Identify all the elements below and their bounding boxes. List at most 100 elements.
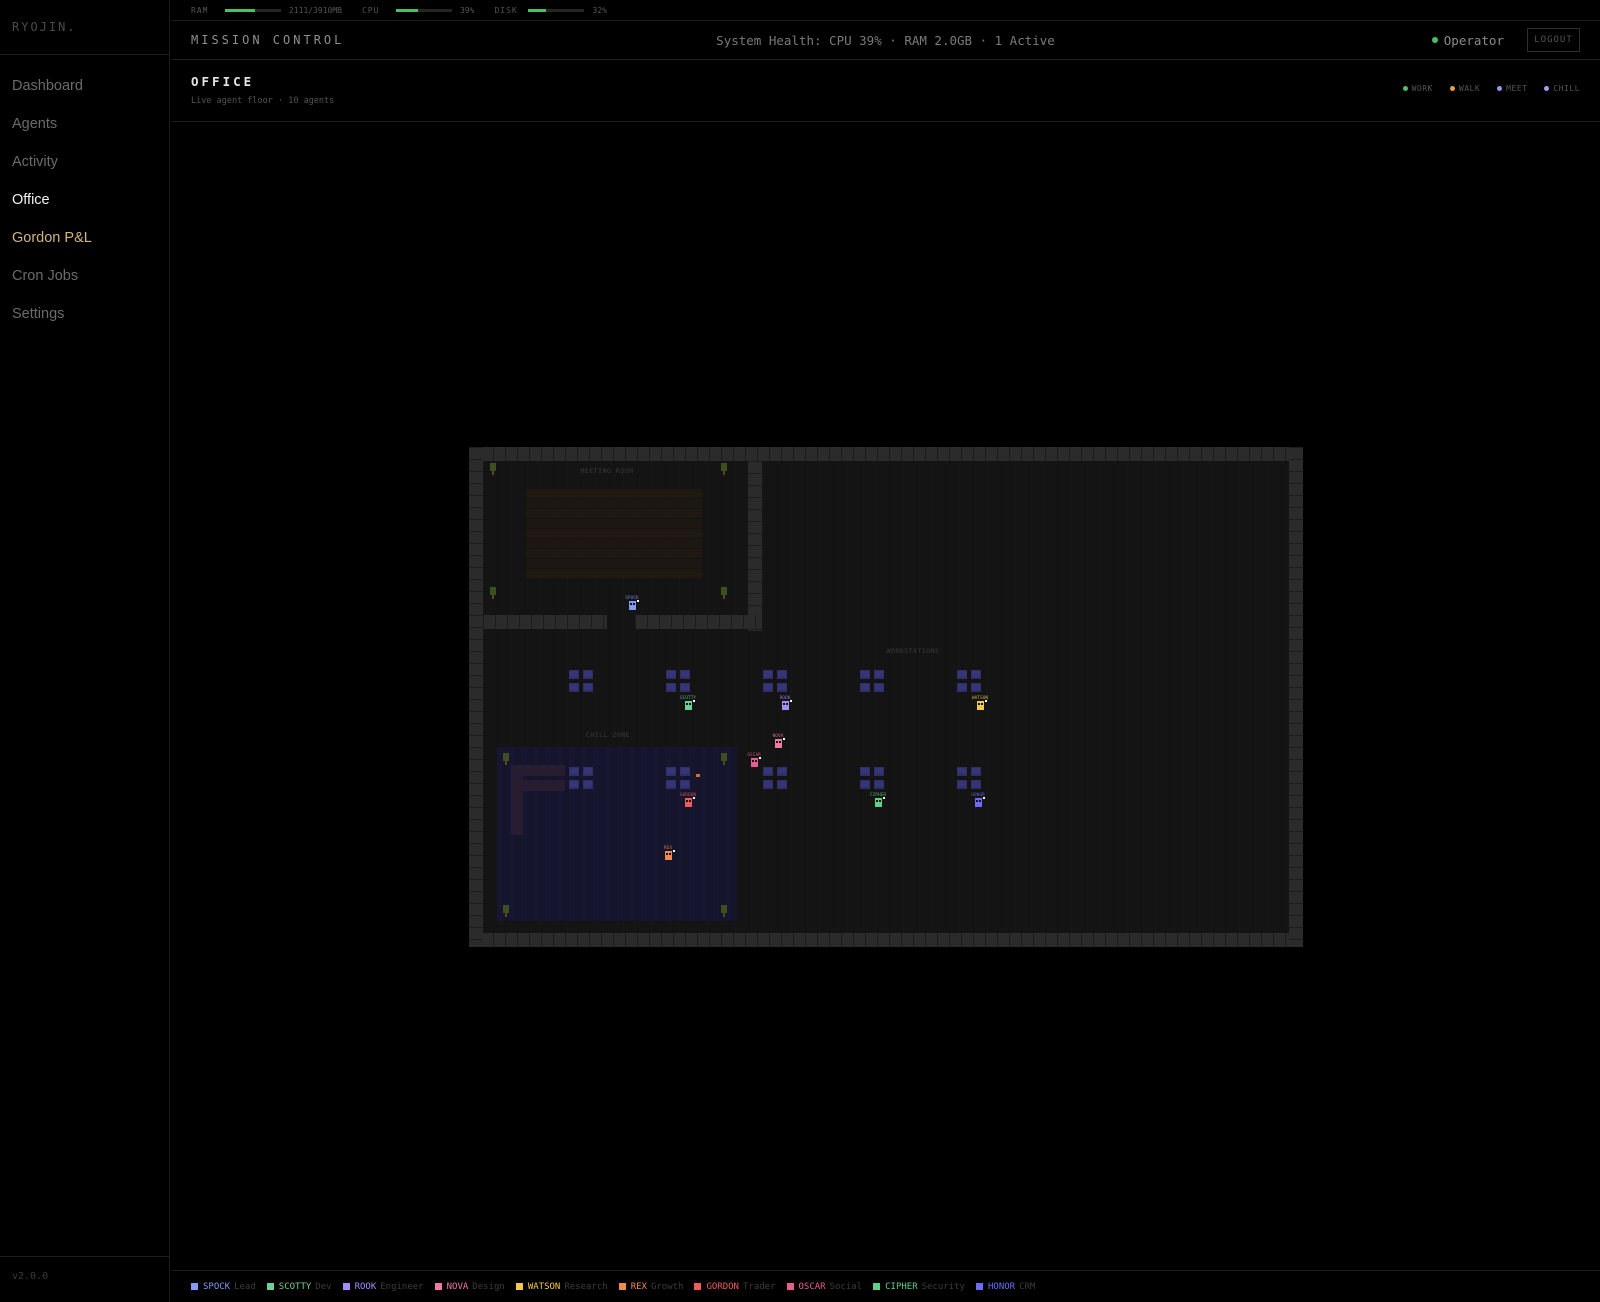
agent-chip-nova[interactable]: NOVA Design [434,1281,505,1292]
sidebar-item-activity[interactable]: Activity [0,147,169,185]
meeting-wall-bottom-left [483,615,607,629]
wall-left-joint [469,459,483,460]
office-floor-map[interactable]: MEETING ROOM WORKSTATIONS CHILL ZONE SPO… [469,447,1303,947]
sidebar-item-gordon-pl[interactable]: Gordon P&L [0,223,169,261]
desk-screen [875,768,883,774]
wall-left-joint [469,939,483,940]
desk-screen [958,768,966,774]
agent-name: SPOCK [203,1281,231,1292]
plant-icon [721,463,727,471]
agent-role: Design [472,1281,505,1292]
meeting-rug-stripe [526,569,702,578]
disk-meter: DISK 32% [494,6,606,15]
agent-chip-rex[interactable]: REX Growth [618,1281,684,1292]
desk-screen [584,671,592,677]
wall-bottom-joint [877,933,878,947]
desk-screen [778,781,786,787]
agent-chip-cipher[interactable]: CIPHER Security [873,1282,965,1292]
desk-screen [764,671,772,677]
floor-seam [1169,461,1170,933]
agent-chip-watson[interactable]: WATSON Research [515,1282,608,1292]
operator-status: Operator [1431,32,1504,48]
office-title: OFFICE [191,74,255,89]
meeting-wall-right-joint [748,497,762,498]
wall-top-joint [565,447,566,461]
wall-right-joint [1289,831,1303,832]
floor-seam [833,461,834,933]
meeting-wall-bottom-left-joint [555,615,556,629]
wall-top-joint [661,447,662,461]
chill-carpet-stripe [725,747,731,921]
desk-screen [667,684,675,690]
meeting-wall-right-joint [748,521,762,522]
wall-top-joint [961,447,962,461]
agent-body-icon [685,701,692,710]
sidebar-item-office[interactable]: Office [0,185,169,223]
wall-top-joint [517,447,518,461]
agent-body-icon [751,758,758,767]
wall-left-joint [469,771,483,772]
agent-chip-oscar[interactable]: OSCAR Social [786,1281,862,1292]
wall-top-joint [889,447,890,461]
agent-status-icon [693,797,695,799]
wall-bottom-joint [1273,933,1274,947]
wall-left-joint [469,507,483,508]
wall-top-joint [925,447,926,461]
wall-right-joint [1289,483,1303,484]
wall-bottom-joint [1129,933,1130,947]
agent-body-icon [629,601,636,610]
wall-top-joint [901,447,902,461]
office-floor-canvas[interactable]: MEETING ROOM WORKSTATIONS CHILL ZONE SPO… [469,447,1303,947]
agent-eye [686,800,688,802]
wall-right-joint [1289,915,1303,916]
wall-bottom-joint [553,933,554,947]
agent-chip-honor[interactable]: HONOR CRM [975,1281,1035,1292]
wall-bottom-joint [721,933,722,947]
meeting-wall-bottom-left-joint [603,615,604,629]
wall-left-joint [469,927,483,928]
wall-left-joint [469,483,483,484]
legend-walk-label: WALK [1458,84,1481,93]
agent-chip-rook[interactable]: ROOK Engineer [342,1282,424,1292]
meeting-wall-bottom-left-joint [507,615,508,629]
wall-top-joint [1237,447,1238,461]
wall-right-joint [1289,543,1303,544]
agent-body-icon [685,798,692,807]
agent-role: Security [921,1281,965,1292]
wall-top-joint [649,447,650,461]
agent-roster-bar: SPOCK Lead SCOTTY Dev ROOK Engineer NOVA Des… [171,1270,1600,1302]
agent-name: OSCAR [798,1281,826,1292]
logout-button[interactable]: LOGOUT [1527,28,1580,52]
wall-bottom-joint [613,933,614,947]
agent-color-swatch [191,1283,198,1290]
meeting-rug-stripe [526,549,702,558]
wall-top-joint [1117,447,1118,461]
wall-left-joint [469,891,483,892]
agent-chip-scotty[interactable]: SCOTTY Dev [266,1282,332,1292]
agent-sprite-label: REX [664,845,672,851]
plant-icon [503,753,509,761]
agent-chip-gordon[interactable]: GORDON Trader [694,1282,776,1292]
agent-chip-spock[interactable]: SPOCK Lead [191,1282,256,1292]
sidebar-item-cron-jobs[interactable]: Cron Jobs [0,261,169,299]
operator-label: Operator [1443,32,1504,48]
wall-bottom-joint [913,933,914,947]
agent-color-swatch [694,1283,702,1290]
wall-top-joint [793,447,794,461]
agent-name: HONOR [987,1281,1016,1292]
agent-color-swatch [515,1283,523,1290]
meeting-wall-bottom-right-joint [719,615,720,629]
sidebar-item-agents[interactable]: Agents [0,109,169,147]
meeting-wall-bottom-right-joint [659,615,660,629]
wall-top-joint [805,447,806,461]
sidebar-item-settings[interactable]: Settings [0,299,169,337]
wall-top-joint [1081,447,1082,461]
sidebar-item-dashboard[interactable]: Dashboard [0,71,169,109]
agent-eye [879,800,881,802]
wall-bottom-joint [853,933,854,947]
wall-top-joint [973,447,974,461]
wall-right-joint [1289,447,1303,448]
desk-screen [972,684,980,690]
agent-role: Growth [650,1281,684,1292]
meeting-wall-bottom-left-joint [591,615,592,629]
